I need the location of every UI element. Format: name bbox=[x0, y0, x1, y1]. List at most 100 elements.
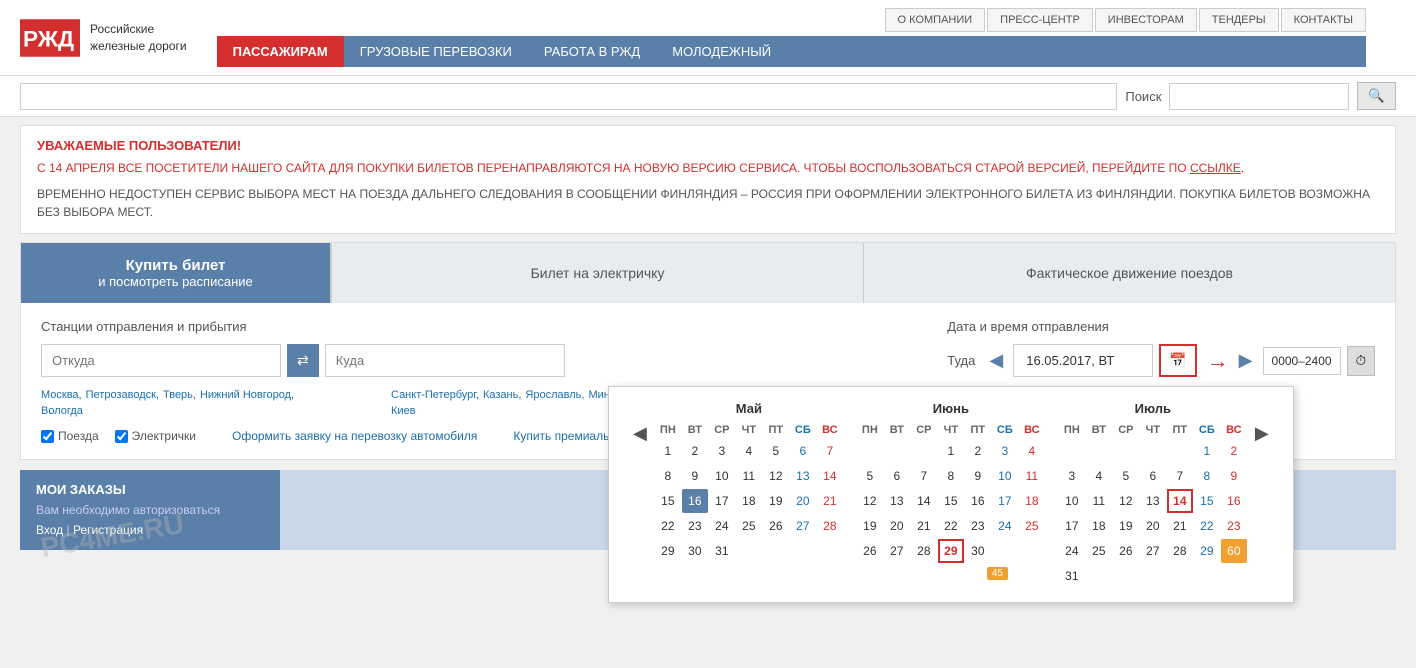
date-next-button[interactable]: ▶ bbox=[1235, 346, 1257, 375]
may-8[interactable]: 8 bbox=[655, 464, 681, 488]
jul-17[interactable]: 17 bbox=[1059, 514, 1085, 538]
may-7[interactable]: 7 bbox=[817, 439, 843, 463]
mainnav-jobs[interactable]: РАБОТА В РЖД bbox=[528, 36, 656, 67]
quick-from-vologda[interactable]: Вологда bbox=[41, 405, 83, 417]
quick-from-petrozavodsk[interactable]: Петрозаводск, bbox=[86, 389, 159, 401]
quick-to-kiev[interactable]: Киев bbox=[391, 405, 416, 417]
search-input[interactable] bbox=[20, 83, 1117, 110]
jul-22[interactable]: 22 bbox=[1194, 514, 1220, 538]
search-field[interactable] bbox=[1169, 83, 1349, 110]
nav-investors[interactable]: ИНВЕСТОРАМ bbox=[1095, 8, 1197, 32]
tab-buy-ticket[interactable]: Купить билет и посмотреть расписание bbox=[21, 243, 331, 303]
jul-7[interactable]: 7 bbox=[1167, 464, 1193, 488]
jul-27[interactable]: 27 bbox=[1140, 539, 1166, 563]
tab-actual-movement[interactable]: Фактическое движение поездов bbox=[864, 243, 1395, 303]
jul-13[interactable]: 13 bbox=[1140, 489, 1166, 513]
tab-elektrichka[interactable]: Билет на электричку bbox=[331, 243, 864, 303]
jul-9[interactable]: 9 bbox=[1221, 464, 1247, 488]
jul-28[interactable]: 28 bbox=[1167, 539, 1193, 563]
may-11[interactable]: 11 bbox=[736, 464, 762, 488]
quick-from-nizhny[interactable]: Нижний Новгород, bbox=[200, 389, 294, 401]
may-28[interactable]: 28 bbox=[817, 514, 843, 538]
jul-5[interactable]: 5 bbox=[1113, 464, 1139, 488]
may-21[interactable]: 21 bbox=[817, 489, 843, 513]
nav-tenders[interactable]: ТЕНДЕРЫ bbox=[1199, 8, 1279, 32]
jun-3[interactable]: 3 bbox=[992, 439, 1018, 463]
may-4[interactable]: 4 bbox=[736, 439, 762, 463]
jun-22[interactable]: 22 bbox=[938, 514, 964, 538]
jun-18[interactable]: 18 bbox=[1019, 489, 1045, 513]
may-22[interactable]: 22 bbox=[655, 514, 681, 538]
quick-to-kazan[interactable]: Казань, bbox=[483, 389, 521, 401]
search-button[interactable]: 🔍 bbox=[1357, 82, 1396, 110]
jun-6[interactable]: 6 bbox=[884, 464, 910, 488]
nav-about[interactable]: О КОМПАНИИ bbox=[885, 8, 986, 32]
jun-26[interactable]: 26 bbox=[857, 539, 883, 563]
may-14[interactable]: 14 bbox=[817, 464, 843, 488]
calendar-prev-button[interactable]: ◀ bbox=[625, 421, 655, 446]
to-input[interactable] bbox=[325, 344, 565, 377]
may-2[interactable]: 2 bbox=[682, 439, 708, 463]
jun-5[interactable]: 5 bbox=[857, 464, 883, 488]
jul-26[interactable]: 26 bbox=[1113, 539, 1139, 563]
jul-23[interactable]: 23 bbox=[1221, 514, 1247, 538]
jul-10[interactable]: 10 bbox=[1059, 489, 1085, 513]
register-link[interactable]: Регистрация bbox=[73, 523, 143, 537]
quick-from-tver[interactable]: Тверь, bbox=[163, 389, 196, 401]
may-10[interactable]: 10 bbox=[709, 464, 735, 488]
time-picker-button[interactable]: ⏱ bbox=[1347, 346, 1375, 376]
jun-28[interactable]: 28 bbox=[911, 539, 937, 563]
quick-to-yaroslavl[interactable]: Ярославль, bbox=[525, 389, 584, 401]
date-prev-button[interactable]: ◀ bbox=[985, 346, 1007, 375]
jul-4[interactable]: 4 bbox=[1086, 464, 1112, 488]
may-20[interactable]: 20 bbox=[790, 489, 816, 513]
may-25[interactable]: 25 bbox=[736, 514, 762, 538]
jun-25[interactable]: 25 bbox=[1019, 514, 1045, 538]
calendar-button[interactable]: 📅 bbox=[1159, 344, 1196, 377]
jun-21[interactable]: 21 bbox=[911, 514, 937, 538]
mainnav-cargo[interactable]: ГРУЗОВЫЕ ПЕРЕВОЗКИ bbox=[344, 36, 528, 67]
elektro-checkbox[interactable]: Электрички bbox=[115, 429, 196, 443]
car-transport-link[interactable]: Оформить заявку на перевозку автомобиля bbox=[232, 429, 477, 443]
jun-16[interactable]: 16 bbox=[965, 489, 991, 513]
jul-18[interactable]: 18 bbox=[1086, 514, 1112, 538]
jul-15[interactable]: 15 bbox=[1194, 489, 1220, 513]
swap-button[interactable]: ⇄ bbox=[287, 344, 319, 377]
jul-25[interactable]: 25 bbox=[1086, 539, 1112, 563]
may-12[interactable]: 12 bbox=[763, 464, 789, 488]
jul-2[interactable]: 2 bbox=[1221, 439, 1247, 463]
jun-19[interactable]: 19 bbox=[857, 514, 883, 538]
may-18[interactable]: 18 bbox=[736, 489, 762, 513]
may-19[interactable]: 19 bbox=[763, 489, 789, 513]
jun-30[interactable]: 30 bbox=[965, 539, 991, 563]
train-checkbox[interactable]: Поезда bbox=[41, 429, 99, 443]
nav-press[interactable]: ПРЕСС-ЦЕНТР bbox=[987, 8, 1093, 32]
jul-1[interactable]: 1 bbox=[1194, 439, 1220, 463]
jun-8[interactable]: 8 bbox=[938, 464, 964, 488]
mainnav-passengers[interactable]: ПАССАЖИРАМ bbox=[217, 36, 344, 67]
jun-14[interactable]: 14 bbox=[911, 489, 937, 513]
may-1[interactable]: 1 bbox=[655, 439, 681, 463]
login-link[interactable]: Вход bbox=[36, 523, 63, 537]
may-24[interactable]: 24 bbox=[709, 514, 735, 538]
may-17[interactable]: 17 bbox=[709, 489, 735, 513]
may-26[interactable]: 26 bbox=[763, 514, 789, 538]
may-29[interactable]: 29 bbox=[655, 539, 681, 563]
jul-21[interactable]: 21 bbox=[1167, 514, 1193, 538]
may-13[interactable]: 13 bbox=[790, 464, 816, 488]
jun-12[interactable]: 12 bbox=[857, 489, 883, 513]
jun-10[interactable]: 10 bbox=[992, 464, 1018, 488]
jul-20[interactable]: 20 bbox=[1140, 514, 1166, 538]
jun-7[interactable]: 7 bbox=[911, 464, 937, 488]
jun-17[interactable]: 17 bbox=[992, 489, 1018, 513]
may-31[interactable]: 31 bbox=[709, 539, 735, 563]
nav-contacts[interactable]: КОНТАКТЫ bbox=[1281, 8, 1366, 32]
calendar-next-button[interactable]: ▶ bbox=[1247, 421, 1277, 446]
jul-12[interactable]: 12 bbox=[1113, 489, 1139, 513]
jun-27[interactable]: 27 bbox=[884, 539, 910, 563]
jul-14-selected[interactable]: 14 bbox=[1167, 489, 1193, 513]
may-30[interactable]: 30 bbox=[682, 539, 708, 563]
jun-29-selected[interactable]: 29 bbox=[938, 539, 964, 563]
jul-11[interactable]: 11 bbox=[1086, 489, 1112, 513]
jul-24[interactable]: 24 bbox=[1059, 539, 1085, 563]
